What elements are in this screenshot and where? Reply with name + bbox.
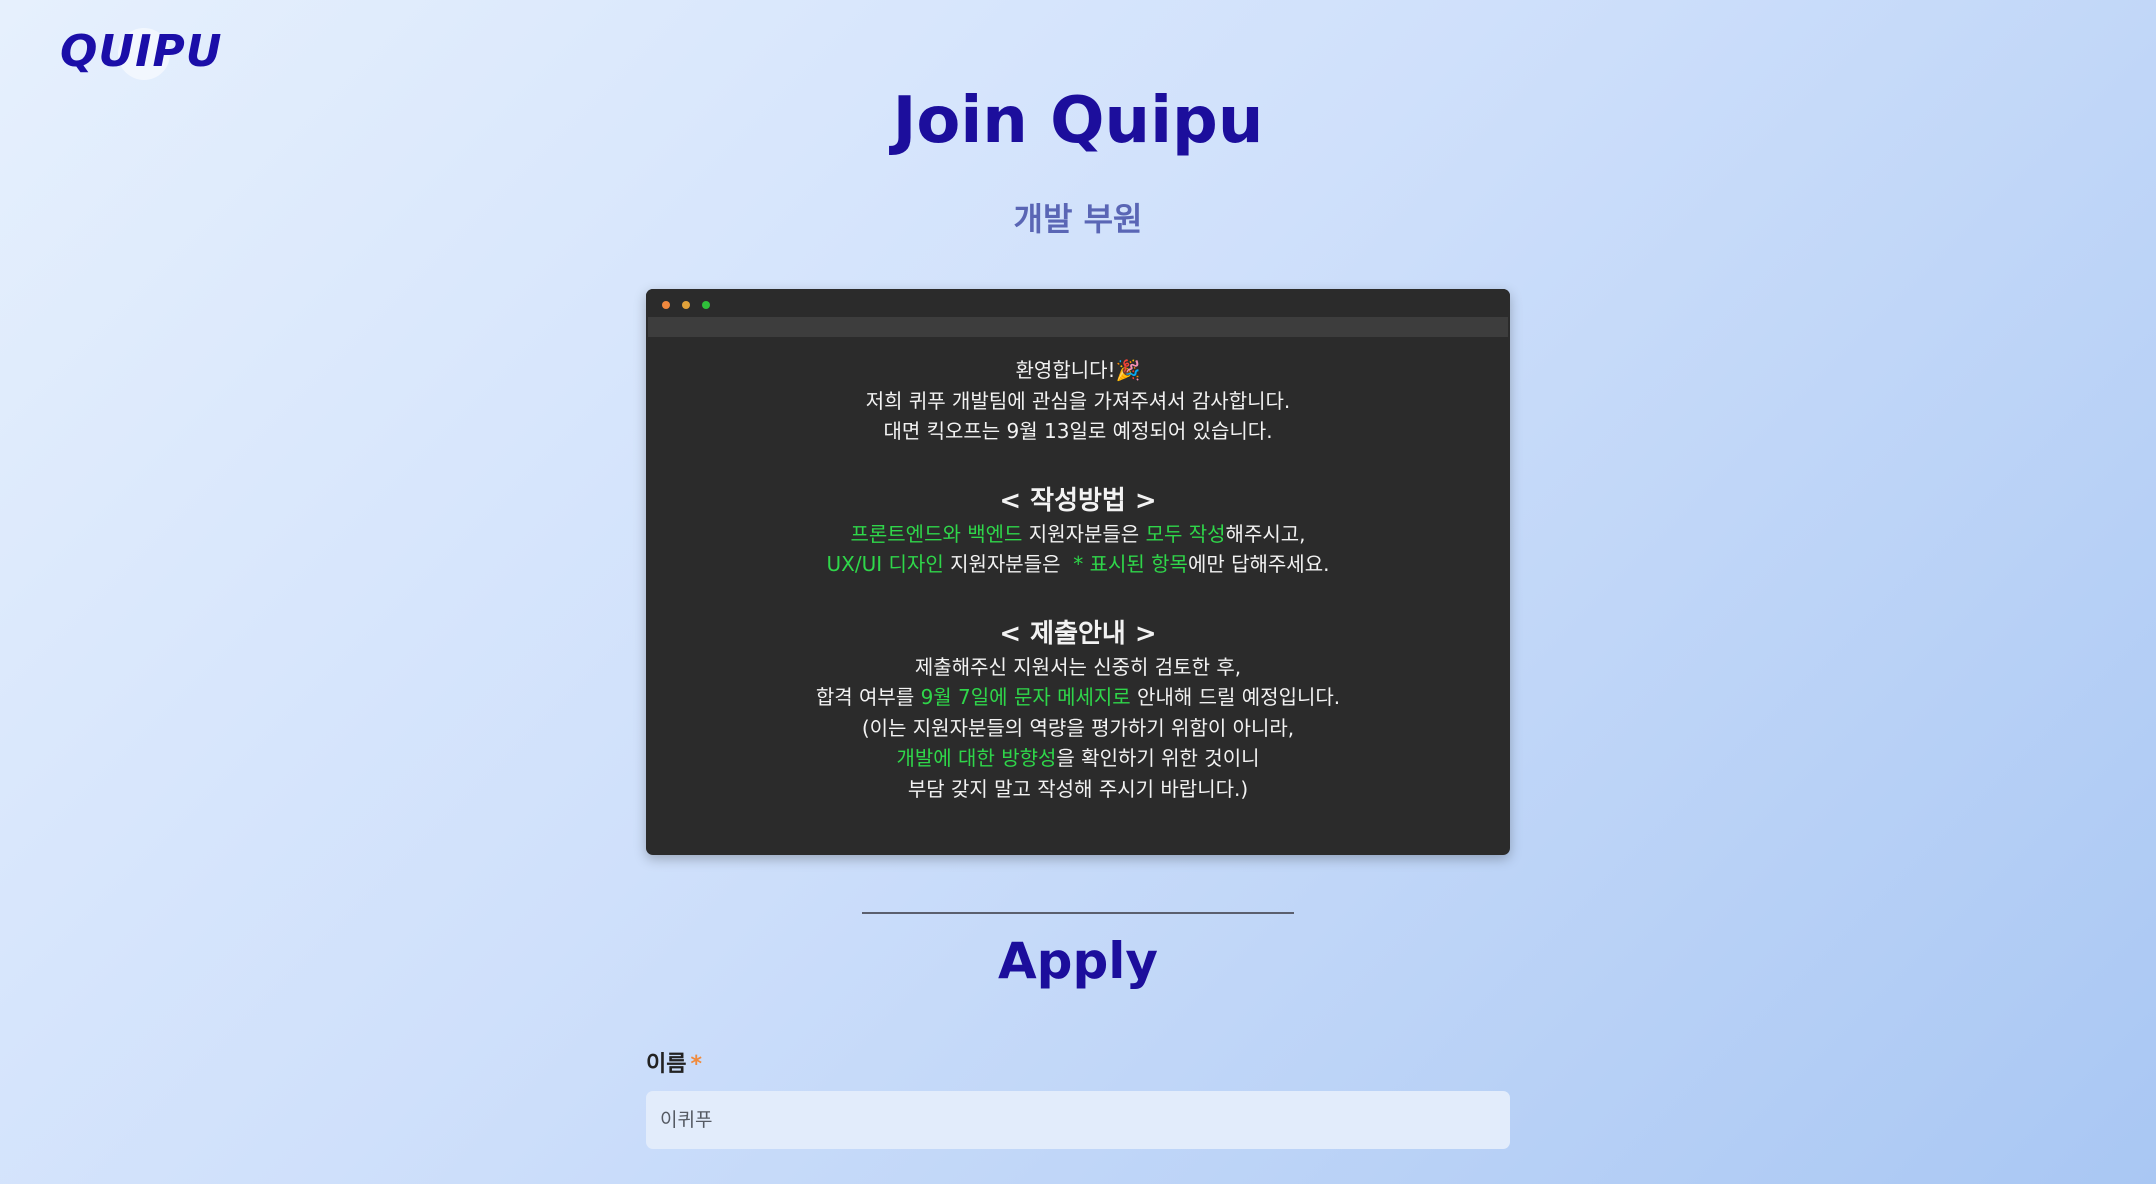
how-to-text: 지원자분들은 [1022, 521, 1146, 546]
submission-line-2: 합격 여부를 9월 7일에 문자 메세지로 안내해 드릴 예정입니다. [646, 682, 1510, 713]
submission-line-1: 제출해주신 지원서는 신중히 검토한 후, [914, 654, 1242, 679]
page-title: Join Quipu [892, 84, 1264, 158]
submission-text: 합격 여부를 [815, 685, 921, 709]
highlight-marked-items: * 표시된 항목 [1073, 552, 1188, 576]
required-mark: * [690, 1052, 702, 1077]
highlight-write-all: 모두 작성 [1145, 521, 1226, 546]
page-subtitle: 개발 부원 [1013, 200, 1143, 238]
submission-line-3: (이는 지원자분들의 역량을 평가하기 위함이 아니라, [861, 715, 1295, 740]
window-dot-yellow-icon [682, 301, 690, 309]
section-divider [862, 912, 1294, 914]
name-input[interactable] [646, 1091, 1510, 1149]
submission-line-4: 개발에 대한 방향성을 확인하기 위한 것이니 [646, 743, 1510, 774]
submission-text: 안내해 드릴 예정입니다. [1130, 685, 1341, 709]
how-to-text: 해주시고, [1225, 521, 1306, 546]
intro-terminal-window: 환영합니다!🎉 저희 퀴푸 개발팀에 관심을 가져주셔서 감사합니다. 대면 킥… [646, 289, 1510, 855]
window-dot-orange-icon [662, 301, 670, 309]
highlight-frontend-backend: 프론트엔드와 백엔드 [850, 521, 1023, 546]
terminal-tabbar [648, 317, 1508, 337]
submission-heading: < 제출안내 > [999, 618, 1157, 649]
how-to-line-2: UX/UI 디자인 지원자분들은 * 표시된 항목에만 답해주세요. [646, 549, 1510, 580]
window-dot-green-icon [702, 301, 710, 309]
thanks-line: 저희 퀴푸 개발팀에 관심을 가져주셔서 감사합니다. [865, 388, 1291, 413]
highlight-result-date: 9월 7일에 문자 메세지로 [920, 685, 1131, 709]
kickoff-line: 대면 킥오프는 9월 13일로 예정되어 있습니다. [883, 419, 1273, 443]
name-field-label: 이름 * [646, 1046, 702, 1078]
quipu-logo[interactable]: QUIPU [60, 26, 222, 77]
submission-line-5: 부담 갖지 말고 작성해 주시기 바랍니다.) [907, 776, 1249, 801]
how-to-heading: < 작성방법 > [999, 485, 1157, 516]
name-label-text: 이름 [646, 1052, 687, 1077]
apply-title: Apply [997, 932, 1158, 990]
terminal-titlebar [646, 289, 1510, 317]
submission-text: 을 확인하기 위한 것이니 [1056, 746, 1260, 770]
how-to-text: 지원자분들은 [943, 552, 1074, 576]
how-to-line-1: 프론트엔드와 백엔드 지원자분들은 모두 작성해주시고, [646, 519, 1510, 550]
highlight-uxui: UX/UI 디자인 [826, 552, 944, 576]
intro-text: 환영합니다!🎉 저희 퀴푸 개발팀에 관심을 가져주셔서 감사합니다. 대면 킥… [646, 337, 1510, 804]
how-to-text: 에만 답해주세요. [1187, 552, 1330, 576]
welcome-line: 환영합니다!🎉 [1015, 358, 1141, 382]
highlight-direction: 개발에 대한 방향성 [896, 746, 1057, 770]
